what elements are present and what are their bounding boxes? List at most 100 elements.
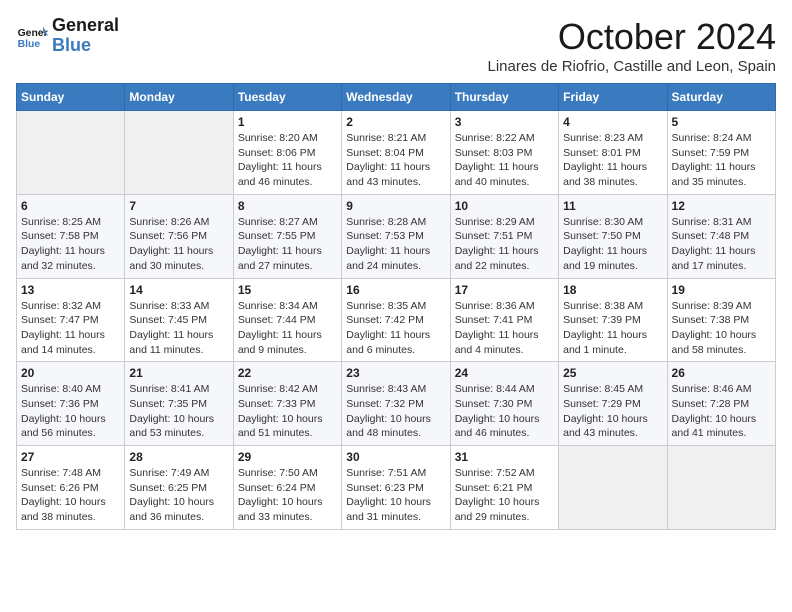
day-of-week-header: Saturday [667, 84, 775, 111]
day-number: 20 [21, 366, 120, 380]
calendar-day-cell [125, 111, 233, 195]
header: General Blue General Blue October 2024 L… [16, 16, 776, 75]
logo-icon: General Blue [16, 20, 48, 52]
day-number: 10 [455, 199, 554, 213]
day-number: 12 [672, 199, 771, 213]
calendar-day-cell: 28 Sunrise: 7:49 AMSunset: 6:25 PMDaylig… [125, 446, 233, 530]
calendar-week-row: 1 Sunrise: 8:20 AMSunset: 8:06 PMDayligh… [17, 111, 776, 195]
day-number: 27 [21, 450, 120, 464]
day-info: Sunrise: 7:48 AMSunset: 6:26 PMDaylight:… [21, 466, 120, 525]
calendar-day-cell: 25 Sunrise: 8:45 AMSunset: 7:29 PMDaylig… [559, 362, 667, 446]
day-info: Sunrise: 8:35 AMSunset: 7:42 PMDaylight:… [346, 299, 445, 358]
calendar-day-cell: 13 Sunrise: 8:32 AMSunset: 7:47 PMDaylig… [17, 278, 125, 362]
calendar-day-cell: 19 Sunrise: 8:39 AMSunset: 7:38 PMDaylig… [667, 278, 775, 362]
day-number: 22 [238, 366, 337, 380]
day-info: Sunrise: 8:38 AMSunset: 7:39 PMDaylight:… [563, 299, 662, 358]
calendar-day-cell: 31 Sunrise: 7:52 AMSunset: 6:21 PMDaylig… [450, 446, 558, 530]
day-number: 23 [346, 366, 445, 380]
calendar-day-cell: 4 Sunrise: 8:23 AMSunset: 8:01 PMDayligh… [559, 111, 667, 195]
calendar-day-cell: 3 Sunrise: 8:22 AMSunset: 8:03 PMDayligh… [450, 111, 558, 195]
day-info: Sunrise: 8:33 AMSunset: 7:45 PMDaylight:… [129, 299, 228, 358]
day-number: 9 [346, 199, 445, 213]
month-title: October 2024 [487, 16, 776, 58]
calendar-week-row: 13 Sunrise: 8:32 AMSunset: 7:47 PMDaylig… [17, 278, 776, 362]
day-number: 1 [238, 115, 337, 129]
day-number: 13 [21, 283, 120, 297]
day-number: 21 [129, 366, 228, 380]
calendar-day-cell: 20 Sunrise: 8:40 AMSunset: 7:36 PMDaylig… [17, 362, 125, 446]
location-title: Linares de Riofrio, Castille and Leon, S… [487, 58, 776, 75]
day-info: Sunrise: 8:25 AMSunset: 7:58 PMDaylight:… [21, 215, 120, 274]
calendar-day-cell [559, 446, 667, 530]
calendar-table: SundayMondayTuesdayWednesdayThursdayFrid… [16, 83, 776, 530]
day-of-week-header: Wednesday [342, 84, 450, 111]
day-info: Sunrise: 8:40 AMSunset: 7:36 PMDaylight:… [21, 382, 120, 441]
day-of-week-header: Monday [125, 84, 233, 111]
day-number: 4 [563, 115, 662, 129]
day-info: Sunrise: 8:43 AMSunset: 7:32 PMDaylight:… [346, 382, 445, 441]
day-info: Sunrise: 8:27 AMSunset: 7:55 PMDaylight:… [238, 215, 337, 274]
calendar-day-cell: 2 Sunrise: 8:21 AMSunset: 8:04 PMDayligh… [342, 111, 450, 195]
calendar-week-row: 27 Sunrise: 7:48 AMSunset: 6:26 PMDaylig… [17, 446, 776, 530]
day-info: Sunrise: 7:50 AMSunset: 6:24 PMDaylight:… [238, 466, 337, 525]
day-of-week-header: Thursday [450, 84, 558, 111]
logo-text: General Blue [52, 16, 119, 56]
day-number: 18 [563, 283, 662, 297]
day-number: 30 [346, 450, 445, 464]
calendar-day-cell: 7 Sunrise: 8:26 AMSunset: 7:56 PMDayligh… [125, 194, 233, 278]
calendar-day-cell: 22 Sunrise: 8:42 AMSunset: 7:33 PMDaylig… [233, 362, 341, 446]
day-number: 2 [346, 115, 445, 129]
day-info: Sunrise: 8:39 AMSunset: 7:38 PMDaylight:… [672, 299, 771, 358]
day-info: Sunrise: 8:44 AMSunset: 7:30 PMDaylight:… [455, 382, 554, 441]
logo: General Blue General Blue [16, 16, 119, 56]
day-info: Sunrise: 8:30 AMSunset: 7:50 PMDaylight:… [563, 215, 662, 274]
calendar-day-cell [667, 446, 775, 530]
calendar-day-cell: 12 Sunrise: 8:31 AMSunset: 7:48 PMDaylig… [667, 194, 775, 278]
day-number: 11 [563, 199, 662, 213]
calendar-day-cell: 11 Sunrise: 8:30 AMSunset: 7:50 PMDaylig… [559, 194, 667, 278]
day-number: 6 [21, 199, 120, 213]
day-info: Sunrise: 8:23 AMSunset: 8:01 PMDaylight:… [563, 131, 662, 190]
calendar-day-cell: 6 Sunrise: 8:25 AMSunset: 7:58 PMDayligh… [17, 194, 125, 278]
title-area: October 2024 Linares de Riofrio, Castill… [487, 16, 776, 75]
day-info: Sunrise: 8:45 AMSunset: 7:29 PMDaylight:… [563, 382, 662, 441]
day-info: Sunrise: 8:32 AMSunset: 7:47 PMDaylight:… [21, 299, 120, 358]
day-info: Sunrise: 8:21 AMSunset: 8:04 PMDaylight:… [346, 131, 445, 190]
day-info: Sunrise: 8:31 AMSunset: 7:48 PMDaylight:… [672, 215, 771, 274]
day-number: 25 [563, 366, 662, 380]
calendar-day-cell: 9 Sunrise: 8:28 AMSunset: 7:53 PMDayligh… [342, 194, 450, 278]
day-info: Sunrise: 8:28 AMSunset: 7:53 PMDaylight:… [346, 215, 445, 274]
day-info: Sunrise: 7:51 AMSunset: 6:23 PMDaylight:… [346, 466, 445, 525]
day-info: Sunrise: 8:46 AMSunset: 7:28 PMDaylight:… [672, 382, 771, 441]
day-of-week-header: Tuesday [233, 84, 341, 111]
calendar-day-cell: 17 Sunrise: 8:36 AMSunset: 7:41 PMDaylig… [450, 278, 558, 362]
day-number: 5 [672, 115, 771, 129]
calendar-day-cell: 15 Sunrise: 8:34 AMSunset: 7:44 PMDaylig… [233, 278, 341, 362]
day-number: 31 [455, 450, 554, 464]
calendar-day-cell: 21 Sunrise: 8:41 AMSunset: 7:35 PMDaylig… [125, 362, 233, 446]
day-info: Sunrise: 7:52 AMSunset: 6:21 PMDaylight:… [455, 466, 554, 525]
day-number: 17 [455, 283, 554, 297]
calendar-day-cell: 26 Sunrise: 8:46 AMSunset: 7:28 PMDaylig… [667, 362, 775, 446]
day-number: 15 [238, 283, 337, 297]
calendar-week-row: 6 Sunrise: 8:25 AMSunset: 7:58 PMDayligh… [17, 194, 776, 278]
day-info: Sunrise: 8:20 AMSunset: 8:06 PMDaylight:… [238, 131, 337, 190]
calendar-day-cell: 5 Sunrise: 8:24 AMSunset: 7:59 PMDayligh… [667, 111, 775, 195]
day-number: 24 [455, 366, 554, 380]
calendar-day-cell: 10 Sunrise: 8:29 AMSunset: 7:51 PMDaylig… [450, 194, 558, 278]
calendar-header-row: SundayMondayTuesdayWednesdayThursdayFrid… [17, 84, 776, 111]
day-number: 14 [129, 283, 228, 297]
day-info: Sunrise: 8:42 AMSunset: 7:33 PMDaylight:… [238, 382, 337, 441]
calendar-day-cell: 24 Sunrise: 8:44 AMSunset: 7:30 PMDaylig… [450, 362, 558, 446]
calendar-day-cell: 1 Sunrise: 8:20 AMSunset: 8:06 PMDayligh… [233, 111, 341, 195]
day-number: 29 [238, 450, 337, 464]
day-number: 16 [346, 283, 445, 297]
day-info: Sunrise: 8:26 AMSunset: 7:56 PMDaylight:… [129, 215, 228, 274]
calendar-day-cell: 16 Sunrise: 8:35 AMSunset: 7:42 PMDaylig… [342, 278, 450, 362]
day-number: 19 [672, 283, 771, 297]
day-of-week-header: Friday [559, 84, 667, 111]
calendar-week-row: 20 Sunrise: 8:40 AMSunset: 7:36 PMDaylig… [17, 362, 776, 446]
day-number: 7 [129, 199, 228, 213]
calendar-day-cell [17, 111, 125, 195]
calendar-day-cell: 29 Sunrise: 7:50 AMSunset: 6:24 PMDaylig… [233, 446, 341, 530]
